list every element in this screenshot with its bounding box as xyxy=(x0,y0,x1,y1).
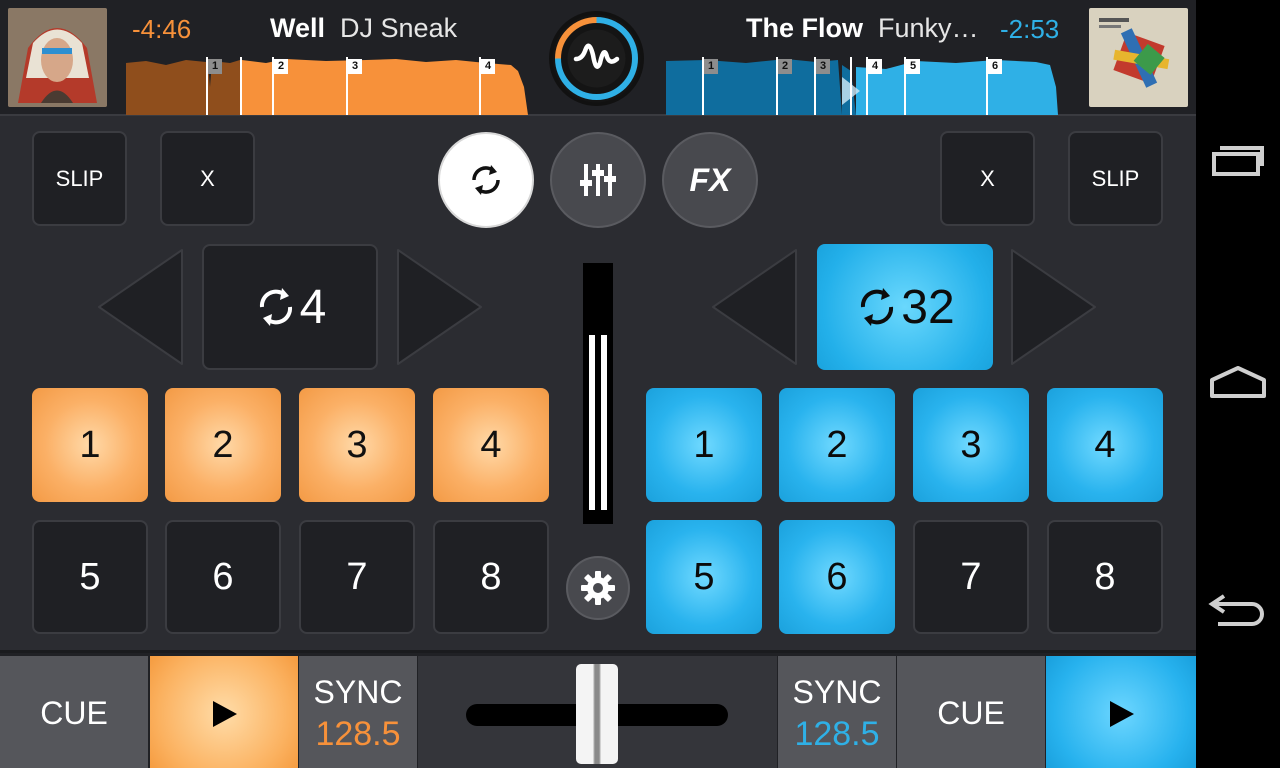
deck-a-pad[interactable]: 4 xyxy=(433,388,549,502)
gear-icon xyxy=(581,571,615,605)
top-bar: -4:46 Well DJ Sneak 1 2 3 4 The Flow Fun… xyxy=(0,0,1196,116)
deck-b-waveform[interactable]: 1 2 3 4 5 6 xyxy=(666,57,1058,115)
deck-b-loop-double-button[interactable] xyxy=(1008,247,1098,367)
deck-b-cue-marker[interactable]: 4 xyxy=(868,59,882,74)
system-nav-bar xyxy=(1196,0,1280,768)
deck-b-clear-button[interactable]: X xyxy=(940,131,1035,226)
deck-b-pad[interactable]: 2 xyxy=(779,388,895,502)
deck-b-cue-marker[interactable]: 3 xyxy=(816,59,830,74)
deck-a-pad[interactable]: 2 xyxy=(165,388,281,502)
deck-b-cue-marker[interactable]: 5 xyxy=(906,59,920,74)
crossfader[interactable] xyxy=(418,656,777,768)
deck-b-pad[interactable]: 6 xyxy=(779,520,895,634)
deck-b-track-info: The Flow Funky… xyxy=(746,13,979,44)
deck-b-cover-art xyxy=(1089,8,1188,107)
deck-b-cue-marker[interactable]: 2 xyxy=(778,59,792,74)
deck-b-loop-halve-button[interactable] xyxy=(710,247,800,367)
deck-a-pad[interactable]: 5 xyxy=(32,520,148,634)
deck-b-pad[interactable]: 3 xyxy=(913,388,1029,502)
deck-a-loop-size: 4 xyxy=(299,280,327,334)
deck-b-sync-button[interactable]: SYNC 128.5 xyxy=(778,656,896,768)
deck-a-cue-marker[interactable]: 2 xyxy=(274,59,288,74)
recent-apps-icon[interactable] xyxy=(1208,140,1268,190)
deck-b-slip-button[interactable]: SLIP xyxy=(1068,131,1163,226)
deck-a-time-remaining: -4:46 xyxy=(132,14,192,44)
deck-a-pad[interactable]: 8 xyxy=(433,520,549,634)
deck-a-loop-halve-button[interactable] xyxy=(96,247,186,367)
deck-a-loop-double-button[interactable] xyxy=(394,247,484,367)
deck-a-pad[interactable]: 3 xyxy=(299,388,415,502)
deck-b-play-button[interactable] xyxy=(1046,656,1196,768)
deck-b-loop-button[interactable]: 32 xyxy=(817,244,993,370)
mixer-button[interactable] xyxy=(550,132,646,228)
loop-arrows-icon xyxy=(861,288,894,326)
loop-arrows-icon xyxy=(472,165,500,195)
deck-b-loop-size: 32 xyxy=(901,280,955,334)
deck-b-cue-button[interactable]: CUE xyxy=(897,656,1045,768)
loop-mode-button[interactable] xyxy=(438,132,534,228)
deck-a-track-artist: DJ Sneak xyxy=(340,13,458,43)
volume-meter xyxy=(583,263,613,524)
deck-b-cue-marker[interactable]: 6 xyxy=(988,59,1002,74)
deck-a-sync-button[interactable]: SYNC 128.5 xyxy=(299,656,417,768)
deck-a-track-info: Well DJ Sneak xyxy=(270,13,457,44)
deck-a-cue-button[interactable]: CUE xyxy=(0,656,148,768)
deck-b-playhead xyxy=(850,57,852,115)
deck-a-playhead xyxy=(240,57,242,115)
deck-b-track-artist: Funky… xyxy=(878,13,979,43)
deck-a-cover-art xyxy=(8,8,107,107)
play-icon xyxy=(1110,700,1134,727)
deck-a-cue-marker[interactable]: 3 xyxy=(348,59,362,74)
deck-a-pad[interactable]: 7 xyxy=(299,520,415,634)
deck-b-pad[interactable]: 1 xyxy=(646,388,762,502)
waveform-logo-icon[interactable] xyxy=(549,11,644,106)
deck-a-bpm: 128.5 xyxy=(315,714,401,753)
deck-a-cue-marker[interactable]: 4 xyxy=(481,59,495,74)
deck-a-sync-label: SYNC xyxy=(313,673,403,710)
deck-a-waveform[interactable]: 1 2 3 4 xyxy=(126,57,528,115)
deck-a-slip-button[interactable]: SLIP xyxy=(32,131,127,226)
back-icon[interactable] xyxy=(1208,582,1268,632)
deck-a-cue-marker[interactable]: 1 xyxy=(208,59,222,74)
fx-button[interactable]: FX xyxy=(662,132,758,228)
deck-b-pad[interactable]: 4 xyxy=(1047,388,1163,502)
deck-a-clear-button[interactable]: X xyxy=(160,131,255,226)
loop-arrows-icon xyxy=(259,288,292,326)
deck-b-cue-marker[interactable]: 1 xyxy=(704,59,718,74)
transport-bar: CUE SYNC 128.5 SYNC 128.5 CUE xyxy=(0,650,1196,768)
dj-app: -4:46 Well DJ Sneak 1 2 3 4 The Flow Fun… xyxy=(0,0,1196,768)
deck-a-pad[interactable]: 1 xyxy=(32,388,148,502)
deck-b-pad[interactable]: 5 xyxy=(646,520,762,634)
volume-meter-right xyxy=(601,335,607,510)
crossfader-handle[interactable] xyxy=(576,664,618,764)
play-icon xyxy=(213,700,237,727)
deck-b-pad[interactable]: 7 xyxy=(913,520,1029,634)
deck-b-track-title: The Flow xyxy=(746,13,863,43)
deck-b-time-remaining: -2:53 xyxy=(1000,14,1060,44)
mixer-sliders-icon xyxy=(580,164,616,196)
settings-button[interactable] xyxy=(566,556,630,620)
home-icon[interactable] xyxy=(1208,358,1268,408)
deck-b-bpm: 128.5 xyxy=(794,714,880,753)
deck-a-track-title: Well xyxy=(270,13,326,43)
deck-a-play-button[interactable] xyxy=(150,656,298,768)
deck-a-loop-button[interactable]: 4 xyxy=(202,244,378,370)
volume-meter-left xyxy=(589,335,595,510)
deck-b-sync-label: SYNC xyxy=(792,673,882,710)
deck-a-pad[interactable]: 6 xyxy=(165,520,281,634)
deck-b-pad[interactable]: 8 xyxy=(1047,520,1163,634)
